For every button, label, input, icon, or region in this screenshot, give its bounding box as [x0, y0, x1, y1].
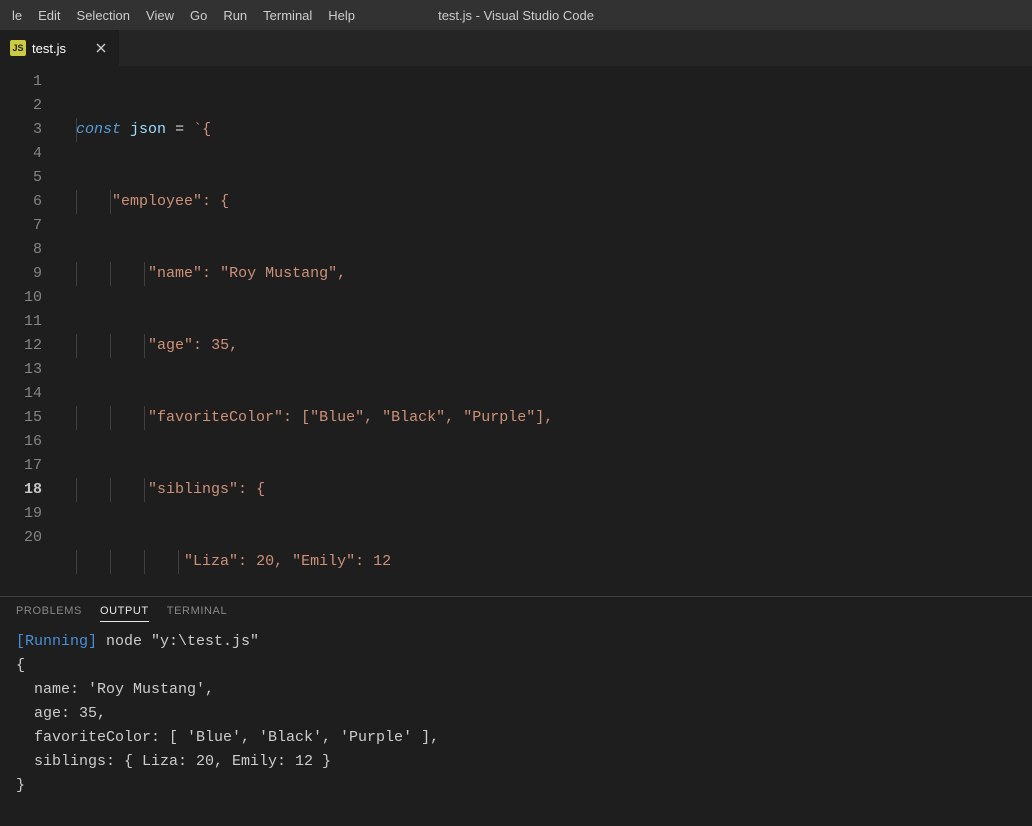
menu-edit[interactable]: Edit [30, 0, 68, 30]
output-text: { [16, 657, 25, 674]
output-text: age: 35, [16, 705, 106, 722]
code-line[interactable]: "Liza": 20, "Emily": 12 [60, 550, 1032, 574]
line-number: 15 [0, 406, 42, 430]
tab-testjs[interactable]: JS test.js [0, 30, 120, 66]
tab-terminal[interactable]: TERMINAL [167, 605, 227, 622]
code-line[interactable]: "name": "Roy Mustang", [60, 262, 1032, 286]
close-icon[interactable] [93, 40, 109, 56]
tab-output[interactable]: OUTPUT [100, 605, 149, 622]
editor-tabs: JS test.js [0, 30, 1032, 66]
output-text: node "y:\test.js" [97, 633, 259, 650]
line-number: 1 [0, 70, 42, 94]
line-number: 16 [0, 430, 42, 454]
line-number: 18 [0, 478, 42, 502]
output-text: } [16, 777, 25, 794]
panel-tabs: PROBLEMS OUTPUT TERMINAL [0, 597, 1032, 630]
menu-file[interactable]: le [4, 0, 30, 30]
output-text: favoriteColor: [ 'Blue', 'Black', 'Purpl… [16, 729, 439, 746]
line-number: 17 [0, 454, 42, 478]
menu-view[interactable]: View [138, 0, 182, 30]
line-number: 14 [0, 382, 42, 406]
editor[interactable]: 1 2 3 4 5 6 7 8 9 10 11 12 13 14 15 16 1… [0, 66, 1032, 596]
line-number: 13 [0, 358, 42, 382]
menu-run[interactable]: Run [215, 0, 255, 30]
line-number: 6 [0, 190, 42, 214]
line-number: 2 [0, 94, 42, 118]
line-number: 10 [0, 286, 42, 310]
menu-selection[interactable]: Selection [69, 0, 138, 30]
line-number: 11 [0, 310, 42, 334]
line-number: 12 [0, 334, 42, 358]
menu-help[interactable]: Help [320, 0, 363, 30]
line-gutter: 1 2 3 4 5 6 7 8 9 10 11 12 13 14 15 16 1… [0, 66, 60, 596]
menu-bar: le Edit Selection View Go Run Terminal H… [4, 0, 363, 30]
line-number: 5 [0, 166, 42, 190]
menu-terminal[interactable]: Terminal [255, 0, 320, 30]
output-view[interactable]: [Running] node "y:\test.js" { name: 'Roy… [0, 630, 1032, 826]
tab-filename: test.js [32, 41, 66, 56]
line-number: 7 [0, 214, 42, 238]
code-area[interactable]: const json = `{ "employee": { "name": "R… [60, 66, 1032, 596]
output-running-tag: [Running] [16, 633, 97, 650]
code-line[interactable]: "siblings": { [60, 478, 1032, 502]
bottom-panel: PROBLEMS OUTPUT TERMINAL [Running] node … [0, 596, 1032, 826]
line-number: 4 [0, 142, 42, 166]
output-text: siblings: { Liza: 20, Emily: 12 } [16, 753, 331, 770]
line-number: 9 [0, 262, 42, 286]
code-line[interactable]: const json = `{ [60, 118, 1032, 142]
output-text: name: 'Roy Mustang', [16, 681, 214, 698]
tab-problems[interactable]: PROBLEMS [16, 605, 82, 622]
code-line[interactable]: "age": 35, [60, 334, 1032, 358]
menu-go[interactable]: Go [182, 0, 215, 30]
code-line[interactable]: "employee": { [60, 190, 1032, 214]
code-line[interactable]: "favoriteColor": ["Blue", "Black", "Purp… [60, 406, 1032, 430]
line-number: 20 [0, 526, 42, 550]
line-number: 8 [0, 238, 42, 262]
js-file-icon: JS [10, 40, 26, 56]
line-number: 19 [0, 502, 42, 526]
line-number: 3 [0, 118, 42, 142]
title-bar: le Edit Selection View Go Run Terminal H… [0, 0, 1032, 30]
